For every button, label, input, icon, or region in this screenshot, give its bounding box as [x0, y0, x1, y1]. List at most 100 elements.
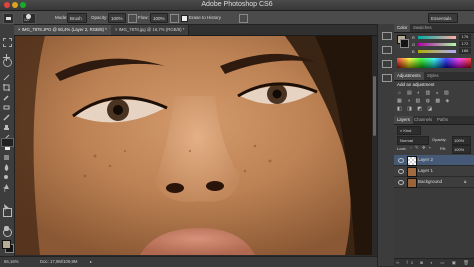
flow-field[interactable]: 100%	[150, 13, 168, 23]
erase-history-checkbox[interactable]	[181, 15, 188, 22]
adjustment-icons-row-3[interactable]: ◧ ◨ ◩ ◪	[397, 106, 471, 113]
flow-label: Flow:	[138, 15, 149, 20]
layer-name[interactable]: Layer 1	[418, 166, 433, 176]
history-brush-tool-icon[interactable]	[3, 128, 10, 141]
eraser-tool-preset-icon[interactable]	[3, 13, 14, 24]
quick-selection-tool-icon[interactable]	[3, 68, 10, 81]
history-panel-icon[interactable]	[382, 32, 392, 40]
document-size: Doc: 17,9M/109,9M	[40, 259, 78, 264]
type-tool-icon[interactable]: T	[3, 188, 10, 195]
zoom-tool-icon[interactable]	[3, 228, 12, 237]
pressure-opacity-icon[interactable]	[128, 14, 137, 23]
face-photo	[15, 36, 377, 255]
gradient-tool-icon[interactable]	[3, 148, 10, 160]
layer-opacity-field[interactable]: 100%	[452, 136, 471, 145]
tab-label: IMG_7878.JPG @ 50,4% (Layer 2, RGB/8) *	[21, 27, 107, 32]
tab-paths[interactable]: Paths	[434, 116, 451, 124]
color-panel-header: Color Swatches	[394, 24, 474, 33]
blend-mode-select[interactable]: Normal	[397, 136, 429, 145]
zoom-level[interactable]: 66,16%	[4, 259, 19, 264]
scrollbar-thumb[interactable]	[373, 76, 376, 136]
hand-tool-icon[interactable]	[3, 218, 10, 231]
channel-g-value[interactable]: 172	[459, 41, 471, 47]
title-bar: Adobe Photoshop CS6	[0, 0, 474, 11]
status-arrow-icon[interactable]: ▸	[90, 259, 92, 264]
clone-stamp-tool-icon[interactable]	[3, 118, 10, 130]
layers-panel-header: Layers Channels Paths	[394, 116, 474, 125]
layer-row-background[interactable]: Background 🔒︎	[394, 177, 474, 188]
adjustment-icons-row-1[interactable]: ☼ ▤ ◐ ▥ ◒ ▧	[397, 90, 471, 97]
channel-r-value[interactable]: 176	[459, 34, 471, 40]
panels-dock: Color Swatches R 176 G 172 B 166 Adjustm…	[394, 24, 474, 267]
tab-document-2[interactable]: × IMG_7878.jpg @ 16,7% (RGB/8) *	[111, 25, 190, 35]
tab-channels[interactable]: Channels	[411, 116, 435, 124]
layer-opacity-label: Opacity:	[432, 137, 447, 142]
opacity-field[interactable]: 100%	[108, 13, 126, 23]
document-canvas[interactable]	[15, 36, 377, 255]
workspace-select[interactable]: Essentials	[428, 13, 458, 23]
layer-filter-kind[interactable]: ⌕ Kind	[397, 126, 421, 135]
layer-fill-field[interactable]: 100%	[452, 145, 471, 154]
brush-size: 127	[24, 18, 30, 22]
brush-panel-icon[interactable]	[382, 74, 392, 82]
eraser-tool-icon[interactable]	[1, 138, 14, 150]
properties-panel-icon[interactable]	[382, 46, 392, 54]
move-tool-icon[interactable]	[3, 48, 10, 61]
layer-thumbnail	[407, 167, 417, 177]
channel-b-label: B	[412, 49, 415, 54]
channel-b-slider[interactable]	[418, 50, 456, 53]
layer-row-layer-1[interactable]: Layer 1	[394, 166, 474, 177]
marquee-tool-icon[interactable]	[3, 38, 12, 47]
visibility-eye-icon[interactable]	[398, 180, 404, 185]
adjustment-icons-row-2[interactable]: ▦ ◑ ▨ ◍ ▩ ◈	[397, 98, 471, 105]
healing-brush-tool-icon[interactable]	[3, 98, 10, 110]
foreground-color-swatch[interactable]	[2, 240, 11, 249]
visibility-eye-icon[interactable]	[398, 158, 404, 163]
color-panel-bg-swatch[interactable]	[400, 39, 409, 48]
tab-label: IMG_7878.jpg @ 16,7% (RGB/8) *	[118, 27, 185, 32]
visibility-eye-icon[interactable]	[398, 169, 404, 174]
airbrush-icon[interactable]	[170, 14, 179, 23]
erase-history-label: Erase to History	[189, 15, 222, 20]
brush-tool-icon[interactable]	[3, 108, 10, 121]
pressure-size-icon[interactable]	[239, 14, 248, 23]
adjustments-heading: Add an adjustment	[397, 82, 435, 87]
tab-swatches[interactable]: Swatches	[410, 24, 435, 32]
brush-size-picker[interactable]: 127	[22, 13, 36, 24]
actions-panel-icon[interactable]	[382, 60, 392, 68]
layer-name[interactable]: Background	[418, 177, 442, 187]
lasso-tool-icon[interactable]	[3, 58, 12, 67]
mode-select[interactable]: Brush	[67, 13, 87, 23]
pen-tool-icon[interactable]	[3, 178, 10, 189]
dodge-tool-icon[interactable]	[3, 168, 10, 179]
options-bar: 127 Mode: Brush Opacity: 100% Flow: 100%…	[0, 11, 474, 25]
channel-b-value[interactable]: 166	[459, 48, 471, 54]
eyedropper-tool-icon[interactable]	[3, 88, 10, 101]
lock-icon: 🔒︎	[464, 179, 467, 184]
adjustments-panel-header: Adjustments Styles	[394, 72, 474, 81]
tab-color[interactable]: Color	[394, 24, 411, 32]
channel-r-label: R	[412, 35, 415, 40]
layers-list-empty-area	[394, 188, 474, 258]
window-title: Adobe Photoshop CS6	[201, 1, 273, 8]
layer-name[interactable]: Layer 2	[418, 155, 433, 165]
crop-tool-icon[interactable]	[3, 78, 10, 91]
mode-value: Brush	[70, 16, 82, 21]
layer-row-layer-2[interactable]: Layer 2	[394, 155, 474, 166]
rectangle-tool-icon[interactable]	[3, 208, 12, 217]
workspace-label: Essentials	[431, 16, 452, 21]
lock-icons[interactable]: ▫ ✎ ✥ ▪	[410, 145, 431, 151]
layer-thumbnail	[407, 156, 417, 166]
tools-panel: T	[0, 24, 15, 256]
tab-styles[interactable]: Styles	[424, 72, 442, 80]
color-ramp[interactable]	[397, 58, 471, 68]
tab-adjustments[interactable]: Adjustments	[394, 72, 424, 80]
channel-g-label: G	[412, 42, 416, 47]
blur-tool-icon[interactable]	[3, 158, 10, 171]
channel-r-slider[interactable]	[418, 36, 456, 39]
path-selection-tool-icon[interactable]	[3, 198, 10, 211]
document-tabs: × IMG_7878.JPG @ 50,4% (Layer 2, RGB/8) …	[14, 25, 377, 36]
lock-label: Lock:	[397, 146, 407, 151]
channel-g-slider[interactable]	[418, 43, 456, 46]
tab-document-1[interactable]: × IMG_7878.JPG @ 50,4% (Layer 2, RGB/8) …	[14, 25, 112, 35]
